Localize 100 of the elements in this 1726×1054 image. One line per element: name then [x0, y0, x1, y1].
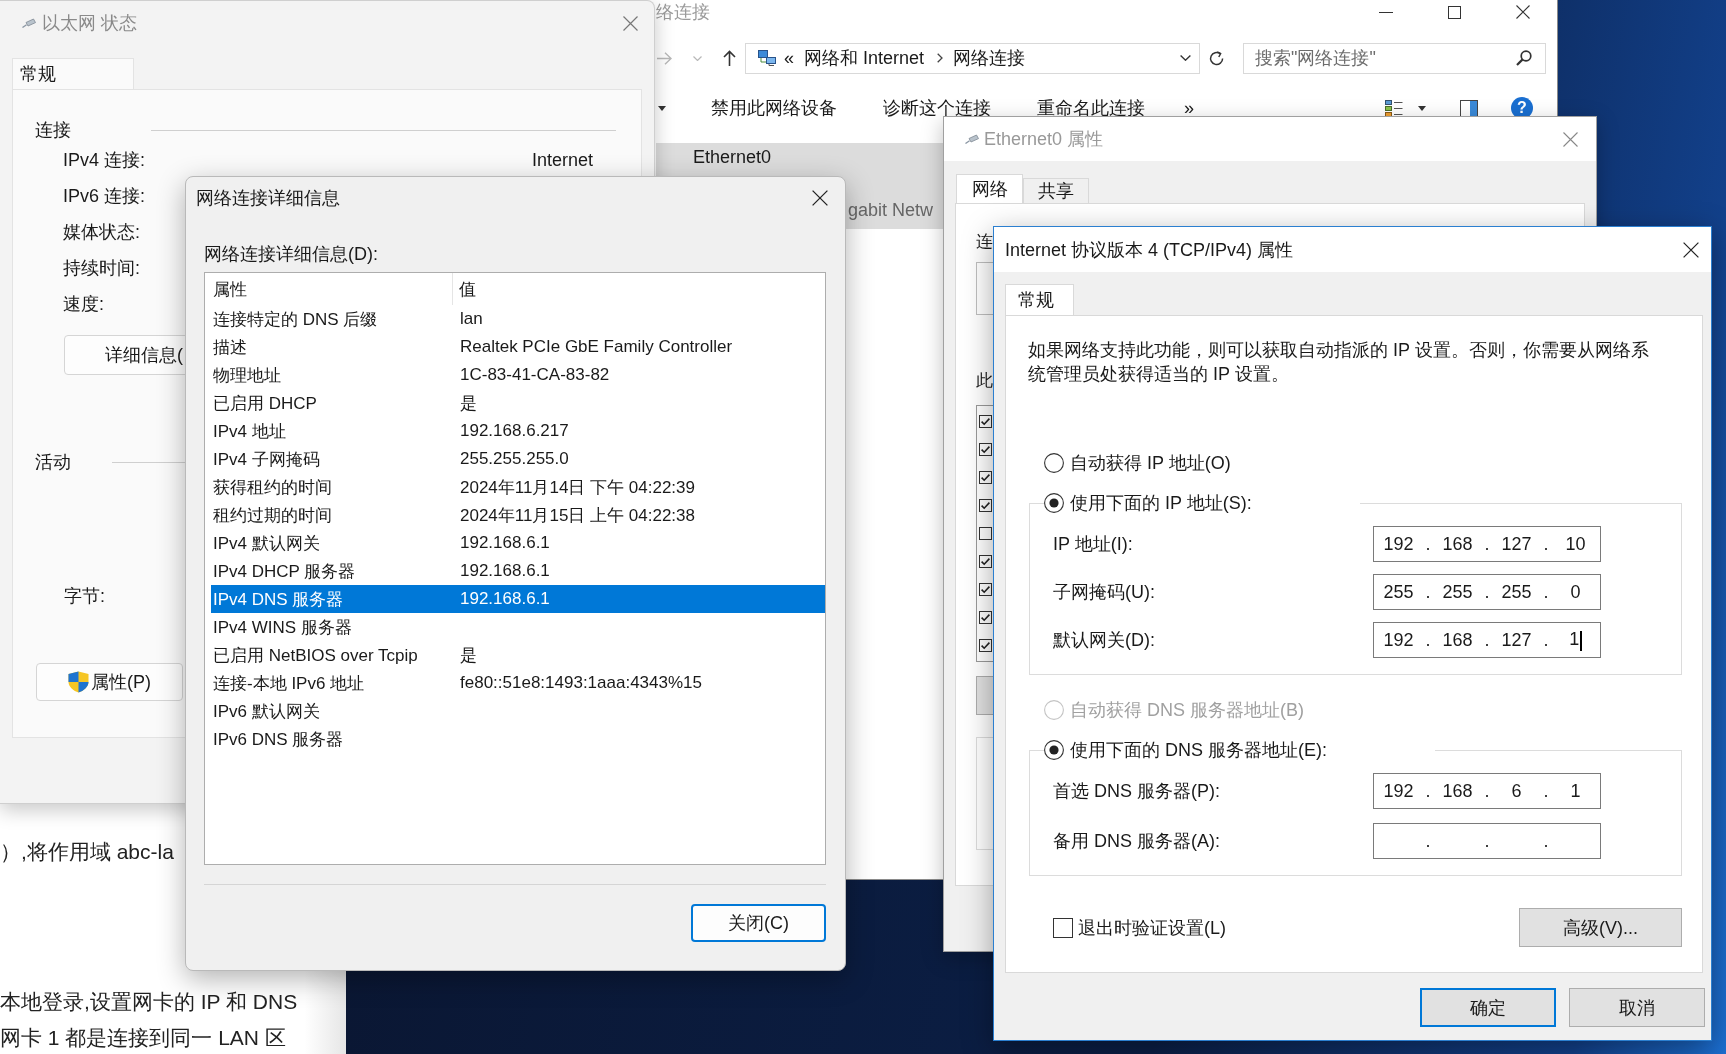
network-folder-icon: [758, 50, 776, 66]
table-row[interactable]: IPv4 DHCP 服务器 192.168.6.1: [211, 557, 825, 585]
table-row[interactable]: 描述 Realtek PCIe GbE Family Controller: [211, 333, 825, 361]
cancel-button[interactable]: 取消: [1569, 988, 1705, 1027]
tab[interactable]: 网络: [956, 174, 1023, 203]
checkbox[interactable]: [979, 498, 992, 512]
field-label: 默认网关(D):: [1053, 629, 1156, 652]
tab[interactable]: 常规: [1005, 284, 1074, 315]
table-cell-text: 描述: [212, 336, 248, 359]
column-header[interactable]: 值: [453, 273, 825, 305]
table-cell-text: fe80::51e8:1493:1aaa:4343%15: [459, 673, 703, 693]
table-row[interactable]: IPv4 地址 192.168.6.217: [211, 417, 825, 445]
group-heading: 连接: [35, 119, 72, 142]
description-text: 如果网络支持此功能，则可以获取自动指派的 IP 设置。否则，你需要从网络系统管理员处获得适当的 IP 设置。: [1028, 339, 1650, 386]
ip-address-field[interactable]: 192 . 168 . 127 . 10: [1373, 526, 1601, 562]
toolbar-button[interactable]: 诊断这个连接: [883, 96, 991, 120]
ip-address-field[interactable]: 255 . 255 . 255 . 0: [1373, 574, 1601, 610]
checkbox[interactable]: [979, 526, 992, 540]
checkbox[interactable]: [979, 470, 992, 484]
checkbox[interactable]: [979, 414, 992, 428]
window-title: 以太网 状态: [42, 12, 137, 35]
checkbox[interactable]: [979, 610, 992, 624]
table-cell-text: IPv4 DHCP 服务器: [212, 560, 357, 583]
radio-button[interactable]: [1044, 493, 1064, 513]
table-row[interactable]: IPv6 DNS 服务器: [211, 725, 825, 753]
table-cell-text: 获得租约的时间: [212, 476, 333, 499]
table-row[interactable]: 已启用 DHCP 是: [211, 389, 825, 417]
checkbox[interactable]: [979, 554, 992, 568]
checkbox[interactable]: [1053, 917, 1073, 938]
table-row[interactable]: 获得租约的时间 2024年11月14日 下午 04:22:39: [211, 473, 825, 501]
ip-address-field[interactable]: 192 . 168 . 127 . 1: [1373, 622, 1601, 658]
table-row[interactable]: 物理地址 1C-83-41-CA-83-82: [211, 361, 825, 389]
up-arrow-icon[interactable]: [723, 50, 736, 66]
field-label: 首选 DNS 服务器(P):: [1053, 780, 1221, 803]
table-cell-text: 是: [459, 644, 478, 667]
ip-address-field[interactable]: 192 . 168 . 6 . 1: [1373, 773, 1601, 809]
help-button[interactable]: ?: [1511, 97, 1533, 119]
close-button[interactable]: 关闭(C): [691, 904, 826, 942]
caret-down-icon[interactable]: [1418, 105, 1426, 111]
table-row[interactable]: 连接-本地 IPv6 地址 fe80::51e8:1493:1aaa:4343%15: [211, 669, 825, 697]
radio-button[interactable]: [1044, 453, 1064, 473]
ip-address-field[interactable]: . . .: [1373, 823, 1601, 859]
table-row[interactable]: 连接特定的 DNS 后缀 lan: [211, 305, 825, 333]
checkbox[interactable]: [979, 582, 992, 596]
refresh-icon[interactable]: [1209, 50, 1224, 66]
chevron-right-icon[interactable]: [937, 53, 944, 63]
table-cell-text: 租约过期的时间: [212, 504, 333, 527]
item-name: Ethernet0: [693, 146, 772, 169]
radio-button[interactable]: [1044, 740, 1064, 760]
close-icon[interactable]: [1683, 241, 1699, 258]
field-label: 此: [976, 370, 993, 392]
table-cell-text: 已启用 NetBIOS over Tcpip: [212, 644, 419, 667]
checkbox[interactable]: [979, 638, 992, 652]
list-label: 网络连接详细信息(D):: [204, 243, 378, 266]
breadcrumb-overflow[interactable]: «: [784, 47, 794, 69]
more-commands-button[interactable]: »: [1184, 97, 1194, 119]
search-field[interactable]: 搜索"网络连接": [1243, 42, 1546, 74]
table-row[interactable]: 租约过期的时间 2024年11月15日 上午 04:22:38: [211, 501, 825, 529]
document-text: 本地登录,设置网卡的 IP 和 DNS: [0, 989, 298, 1015]
properties-button[interactable]: 属性(P): [36, 663, 183, 701]
table-row[interactable]: IPv4 DNS 服务器 192.168.6.1: [211, 585, 825, 613]
preview-pane-icon[interactable]: [1460, 99, 1478, 117]
network-adapter-icon: [965, 134, 979, 144]
close-icon[interactable]: [812, 190, 828, 206]
toolbar-button[interactable]: 重命名此连接: [1037, 96, 1145, 120]
tab[interactable]: 常规: [12, 58, 134, 89]
table-cell-text: Realtek PCIe GbE Family Controller: [459, 337, 734, 357]
close-icon[interactable]: [1516, 5, 1530, 19]
checkbox[interactable]: [979, 442, 992, 456]
table-cell-text: 192.168.6.1: [459, 561, 551, 581]
table-cell-text: 2024年11月15日 上午 04:22:38: [459, 504, 696, 527]
tab[interactable]: 共享: [1023, 178, 1089, 203]
radio-label: 使用下面的 DNS 服务器地址(E):: [1070, 739, 1327, 762]
view-options-icon[interactable]: [1385, 99, 1403, 117]
search-icon[interactable]: [1516, 49, 1532, 66]
field-label: 子网掩码(U):: [1053, 581, 1156, 604]
toolbar-button[interactable]: 禁用此网络设备: [711, 96, 837, 120]
table-cell-text: 是: [459, 392, 478, 415]
table-row[interactable]: IPv4 WINS 服务器: [211, 613, 825, 641]
chevron-down-icon[interactable]: [1180, 55, 1191, 61]
caret-down-icon[interactable]: [658, 105, 666, 111]
document-text: 网卡 1 都是连接到同一 LAN 区: [0, 1025, 286, 1051]
maximize-icon[interactable]: [1448, 5, 1461, 19]
table-row[interactable]: 已启用 NetBIOS over Tcpip 是: [211, 641, 825, 669]
table-cell-text: 192.168.6.217: [459, 421, 570, 441]
field-label: 速度:: [63, 293, 104, 316]
minimize-icon[interactable]: [1379, 11, 1393, 13]
table-row[interactable]: IPv4 默认网关 192.168.6.1: [211, 529, 825, 557]
breadcrumb-item[interactable]: 网络连接: [953, 46, 1026, 70]
field-label: IPv6 连接:: [63, 185, 146, 208]
address-bar[interactable]: « 网络和 Internet 网络连接: [745, 42, 1200, 74]
field-label: 字节:: [64, 585, 105, 608]
table-row[interactable]: IPv6 默认网关: [211, 697, 825, 725]
table-row[interactable]: IPv4 子网掩码 255.255.255.0: [211, 445, 825, 473]
column-header[interactable]: 属性: [211, 273, 453, 305]
ok-button[interactable]: 确定: [1420, 988, 1556, 1027]
advanced-button[interactable]: 高级(V)...: [1519, 908, 1682, 947]
breadcrumb-item[interactable]: 网络和 Internet: [804, 46, 925, 70]
radio-label: 自动获得 IP 地址(O): [1070, 452, 1231, 475]
document-text: ）,将作用域 abc-la: [0, 839, 174, 865]
